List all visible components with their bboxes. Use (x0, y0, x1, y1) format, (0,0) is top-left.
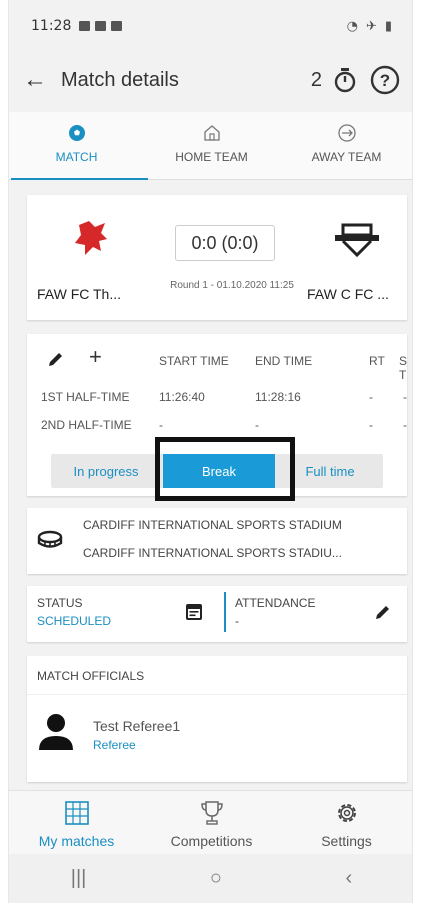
times-header: + START TIME END TIME RT S T (27, 344, 407, 382)
attendance-value: - (235, 614, 239, 628)
venue-name: CARDIFF INTERNATIONAL SPORTS STADIUM (83, 518, 342, 532)
nav-settings[interactable]: Settings (279, 791, 412, 854)
calendar-grid-icon (64, 801, 89, 825)
header-rt: RT (369, 354, 385, 368)
bottom-navigation: My matches Competitions Settings (9, 790, 412, 854)
home-button-icon[interactable]: ○ (210, 867, 222, 890)
row-rt: - (369, 418, 373, 432)
svg-text:?: ? (380, 71, 390, 90)
wifi-icon: ◔ (346, 18, 358, 34)
header-end-time: END TIME (255, 354, 313, 368)
full-time-button[interactable]: Full time (277, 454, 383, 488)
notification-icon (95, 21, 107, 31)
away-team-name[interactable]: FAW C FC ... (307, 286, 389, 302)
attendance-label: ATTENDANCE (235, 596, 316, 610)
tab-home-team-label: HOME TEAM (175, 150, 248, 164)
venue-address: CARDIFF INTERNATIONAL SPORTS STADIU... (83, 546, 342, 560)
divider (27, 694, 407, 695)
home-team-name[interactable]: FAW FC Th... (37, 286, 121, 302)
stadium-icon (37, 530, 63, 548)
tab-away-team-label: AWAY TEAM (311, 150, 382, 164)
row-start: 11:26:40 (159, 390, 205, 404)
pencil-icon[interactable] (373, 602, 393, 622)
home-team-logo (75, 221, 107, 255)
battery-icon: ▮ (384, 18, 392, 34)
phone-screen: 11:28 ◔ ✈ ▮ ← Match details 2 ? MATCH HO… (8, 0, 413, 903)
row-s: - (403, 390, 407, 404)
page-title: Match details (61, 68, 179, 91)
status-value: SCHEDULED (37, 614, 112, 628)
back-arrow-icon[interactable]: ← (23, 66, 57, 94)
stopwatch-icon[interactable] (332, 67, 358, 93)
pencil-icon[interactable] (47, 350, 65, 368)
away-team-logo (335, 223, 379, 258)
row-end: 11:28:16 (255, 390, 301, 404)
status-right: ◔ ✈ ▮ (347, 19, 392, 34)
airplane-icon: ✈ (365, 18, 377, 34)
football-icon (68, 125, 85, 141)
nav-settings-label: Settings (321, 833, 372, 849)
row-start: - (159, 418, 163, 432)
header-start-time: START TIME (159, 354, 229, 368)
score-card: 0:0 (0:0) Round 1 - 01.10.2020 11:25 FAW… (27, 195, 407, 320)
help-icon[interactable]: ? (370, 65, 400, 95)
status-bar: 11:28 ◔ ✈ ▮ (9, 0, 412, 52)
nav-my-matches[interactable]: My matches (9, 791, 144, 854)
header-s: S T (399, 354, 407, 382)
tab-away-team[interactable]: AWAY TEAM (279, 112, 412, 179)
referee-role: Referee (93, 738, 136, 752)
score-display: 0:0 (0:0) (175, 225, 275, 261)
gallery-icon (79, 21, 91, 31)
venue-card[interactable]: CARDIFF INTERNATIONAL SPORTS STADIUM CAR… (27, 508, 407, 574)
row-label: 1ST HALF-TIME (41, 390, 130, 404)
officials-card: MATCH OFFICIALS Test Referee1 Referee (27, 656, 407, 782)
tab-home-team[interactable]: HOME TEAM (144, 112, 279, 179)
plus-icon[interactable]: + (89, 344, 102, 370)
break-button[interactable]: Break (163, 454, 275, 488)
app-icon (111, 21, 123, 31)
status-label: STATUS (37, 596, 83, 610)
trophy-icon (200, 801, 223, 825)
back-icon[interactable]: ‹ (346, 867, 353, 890)
status-time: 11:28 (31, 18, 72, 34)
row-s: - (403, 418, 407, 432)
tab-bar: MATCH HOME TEAM AWAY TEAM (9, 112, 412, 180)
app-bar: ← Match details 2 ? (9, 52, 412, 108)
nav-my-matches-label: My matches (38, 833, 115, 849)
row-label: 2ND HALF-TIME (41, 418, 132, 432)
home-icon (203, 125, 220, 141)
person-icon (39, 714, 73, 750)
calendar-icon[interactable] (185, 601, 203, 621)
match-state-selector: In progress Break Full time (51, 454, 383, 488)
system-navigation-bar: ||| ○ ‹ (9, 854, 412, 903)
recent-apps-icon[interactable]: ||| (71, 867, 87, 890)
tab-match[interactable]: MATCH (9, 112, 148, 180)
status-card: STATUS SCHEDULED ATTENDANCE - (27, 586, 407, 642)
gear-icon (337, 804, 356, 822)
referee-name[interactable]: Test Referee1 (93, 718, 180, 734)
match-times-card: + START TIME END TIME RT S T 1ST HALF-TI… (27, 334, 407, 496)
timer-count: 2 (310, 68, 322, 91)
divider (224, 592, 226, 632)
plane-icon (337, 124, 356, 142)
row-rt: - (369, 390, 373, 404)
tab-match-label: MATCH (55, 150, 98, 164)
nav-competitions[interactable]: Competitions (144, 791, 279, 854)
in-progress-button[interactable]: In progress (51, 454, 161, 488)
row-end: - (255, 418, 259, 432)
officials-title: MATCH OFFICIALS (37, 669, 145, 683)
nav-competitions-label: Competitions (170, 833, 253, 849)
round-info: Round 1 - 01.10.2020 11:25 (170, 280, 294, 291)
